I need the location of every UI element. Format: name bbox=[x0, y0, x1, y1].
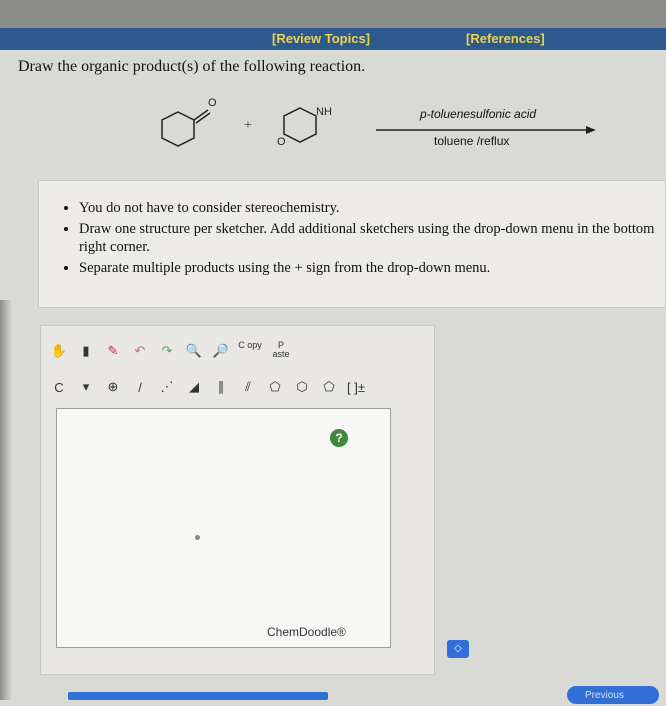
references-link[interactable]: [References] bbox=[466, 31, 545, 46]
amine-o-label: O bbox=[277, 136, 286, 148]
reaction-scheme: O + NH O p-toluenesulfonic acid toluene … bbox=[150, 92, 600, 162]
reaction-drawing bbox=[161, 107, 596, 147]
sketcher-toolbar-bottom: C ▾ ⊕ / ⋰ ◢ ∥ ⫽ ⬠ ⬡ ⬠ [ ]± bbox=[49, 374, 366, 400]
ketone-oxygen-label: O bbox=[208, 97, 217, 109]
plus-sign: + bbox=[244, 118, 252, 133]
amine-nh-label: NH bbox=[316, 106, 332, 118]
atom-select[interactable]: C bbox=[49, 377, 69, 397]
cyclohexanone-ring bbox=[161, 111, 195, 147]
wedge-bond-icon[interactable]: ◢ bbox=[184, 377, 204, 397]
review-topics-link[interactable]: [Review Topics] bbox=[272, 31, 370, 46]
morpholine-ring bbox=[283, 107, 317, 143]
lasso-icon[interactable]: ✎ bbox=[103, 341, 123, 361]
triple-bond-icon[interactable]: ⫽ bbox=[238, 377, 258, 397]
help-button[interactable]: ? bbox=[330, 429, 348, 447]
instructions-list: You do not have to consider stereochemis… bbox=[39, 199, 665, 277]
chevron-down-icon[interactable]: ▾ bbox=[76, 377, 96, 397]
hand-icon[interactable]: ✋ bbox=[49, 341, 69, 361]
benzene-icon[interactable]: ⬡ bbox=[292, 377, 312, 397]
question-prompt: Draw the organic product(s) of the follo… bbox=[18, 58, 366, 75]
stereo-bond-icon[interactable]: ⋰ bbox=[157, 377, 177, 397]
chemdoodle-brand: ChemDoodle® bbox=[267, 625, 346, 639]
carbonyl-bond bbox=[193, 109, 209, 121]
instruction-item: You do not have to consider stereochemis… bbox=[79, 199, 665, 217]
instructions-box: You do not have to consider stereochemis… bbox=[38, 180, 666, 308]
zoom-out-icon[interactable]: 🔎 bbox=[211, 341, 231, 361]
single-bond-icon[interactable]: / bbox=[130, 377, 150, 397]
reagent-above-arrow: p-toluenesulfonic acid bbox=[420, 107, 537, 121]
instruction-item: Separate multiple products using the + s… bbox=[79, 259, 665, 277]
browser-top-strip bbox=[0, 0, 666, 28]
previous-button[interactable]: Previous bbox=[567, 686, 659, 704]
canvas-dot bbox=[195, 535, 200, 540]
chemdoodle-sketcher: ✋ ▮ ✎ ↶ ↷ 🔍 🔎 C opy P aste C ▾ ⊕ / ⋰ ◢ ∥… bbox=[40, 325, 435, 675]
bracket-button[interactable]: [ ]± bbox=[346, 377, 366, 397]
zoom-in-icon[interactable]: 🔍 bbox=[184, 341, 204, 361]
eraser-icon[interactable]: ▮ bbox=[76, 341, 96, 361]
paste-button[interactable]: P aste bbox=[269, 341, 293, 361]
ring-icon[interactable]: ⬠ bbox=[265, 377, 285, 397]
carbonyl-bond-2 bbox=[195, 112, 211, 124]
sketcher-count-stepper[interactable]: ◇ bbox=[447, 640, 469, 658]
drawing-canvas[interactable]: ? ChemDoodle® bbox=[56, 408, 391, 648]
charge-button[interactable]: ⊕ bbox=[103, 377, 123, 397]
instruction-item: Draw one structure per sketcher. Add add… bbox=[79, 220, 665, 256]
page-shadow bbox=[0, 300, 12, 700]
redo-icon[interactable]: ↷ bbox=[157, 341, 177, 361]
reagent-below-arrow: toluene /reflux bbox=[434, 134, 510, 148]
submit-bar[interactable] bbox=[68, 692, 328, 700]
undo-icon[interactable]: ↶ bbox=[130, 341, 150, 361]
double-bond-icon[interactable]: ∥ bbox=[211, 377, 231, 397]
top-nav-bar: [Review Topics] [References] bbox=[0, 28, 666, 50]
copy-button[interactable]: C opy bbox=[238, 341, 262, 361]
ring-template-icon[interactable]: ⬠ bbox=[319, 377, 339, 397]
sketcher-toolbar-top: ✋ ▮ ✎ ↶ ↷ 🔍 🔎 C opy P aste bbox=[49, 338, 293, 364]
arrowhead bbox=[586, 126, 596, 134]
